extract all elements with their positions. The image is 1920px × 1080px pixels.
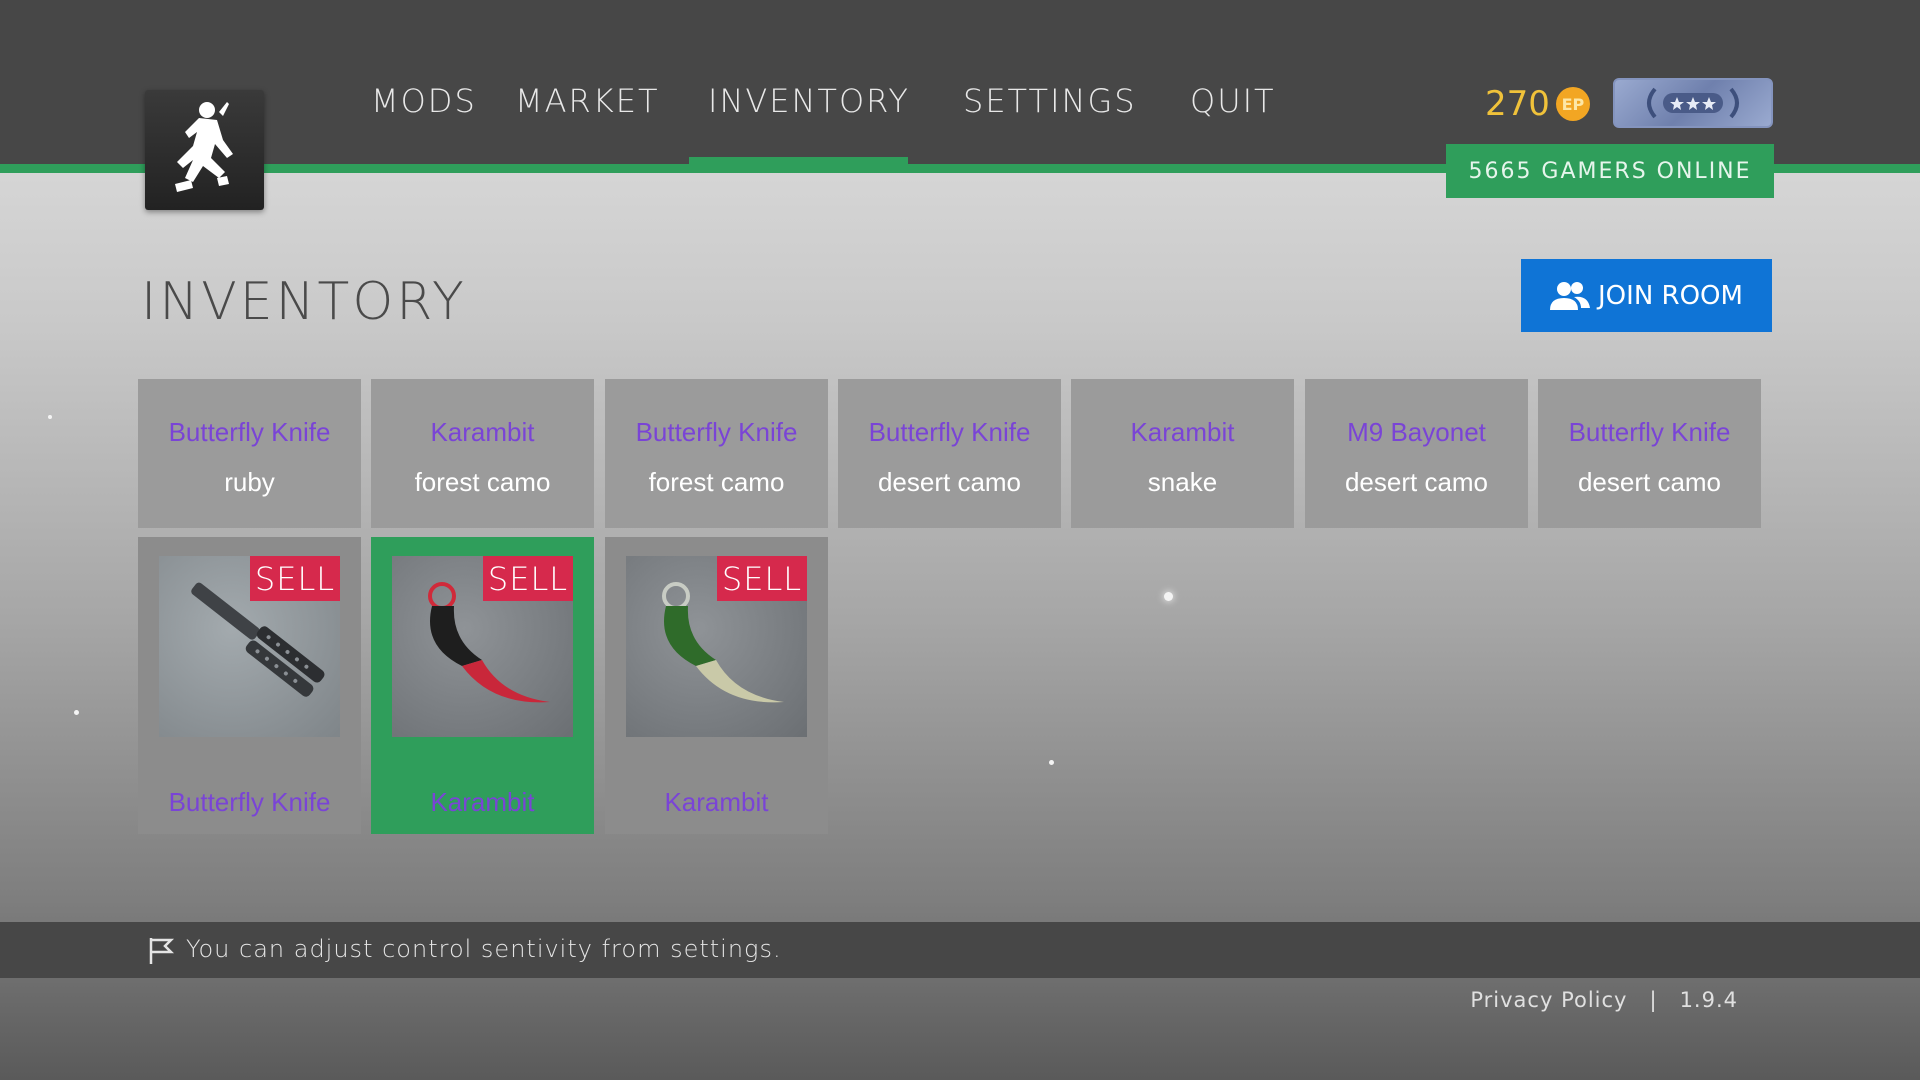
market-item-card[interactable]: Karambit forest camo <box>371 379 594 528</box>
item-name: Butterfly Knife <box>868 417 1031 447</box>
currency-amount: 270 <box>1485 84 1550 124</box>
owned-item-name: Karambit <box>664 787 769 817</box>
game-logo[interactable] <box>145 90 264 210</box>
flag-icon <box>149 938 175 964</box>
market-item-card[interactable]: Karambit snake <box>1071 379 1294 528</box>
item-name: Karambit <box>1130 417 1235 447</box>
currency-display: 270 EP <box>1485 84 1590 124</box>
sell-button[interactable]: SELL <box>250 556 340 601</box>
item-skin: desert camo <box>877 467 1022 497</box>
item-name: Butterfly Knife <box>1568 417 1731 447</box>
item-skin: desert camo <box>1577 467 1722 497</box>
join-room-button[interactable]: JOIN ROOM <box>1521 259 1772 332</box>
gamers-online-badge: 5665 GAMERS ONLINE <box>1446 144 1774 198</box>
sparkle <box>1049 760 1054 765</box>
coin-icon: EP <box>1555 87 1590 121</box>
item-name: Butterfly Knife <box>168 417 331 447</box>
coin-label: EP <box>1561 94 1585 114</box>
owned-item-card-selected[interactable]: SELL Karambit <box>371 537 594 834</box>
users-icon <box>1550 281 1591 310</box>
footer-separator: | <box>1649 988 1658 1012</box>
owned-item-name: Butterfly Knife <box>168 787 331 817</box>
owned-item-card[interactable]: SELL Karambit <box>605 537 828 834</box>
sparkle <box>1164 592 1173 601</box>
item-name: Butterfly Knife <box>635 417 798 447</box>
tip-text: You can adjust control sentivity from se… <box>186 935 782 963</box>
nav-settings[interactable]: SETTINGS <box>963 82 1137 120</box>
nav-quit[interactable]: QUIT <box>1190 82 1276 120</box>
tip-bar: You can adjust control sentivity from se… <box>0 922 1920 978</box>
owned-item-name: Karambit <box>430 787 535 817</box>
sparkle <box>74 710 79 715</box>
nav-market[interactable]: MARKET <box>515 82 659 120</box>
item-name: Karambit <box>430 417 535 447</box>
owned-item-card[interactable]: SELL Butterfly Knife <box>138 537 361 834</box>
sell-button[interactable]: SELL <box>717 556 807 601</box>
market-item-card[interactable]: Butterfly Knife desert camo <box>838 379 1061 528</box>
nav-active-indicator <box>689 157 908 167</box>
join-room-label: JOIN ROOM <box>1598 280 1743 311</box>
privacy-policy-link[interactable]: Privacy Policy <box>1470 988 1627 1012</box>
item-name: M9 Bayonet <box>1347 417 1486 447</box>
market-item-card[interactable]: Butterfly Knife ruby <box>138 379 361 528</box>
version-label: 1.9.4 <box>1679 988 1738 1012</box>
market-item-card[interactable]: Butterfly Knife desert camo <box>1538 379 1761 528</box>
page-title: INVENTORY <box>141 272 467 332</box>
item-skin: snake <box>1147 467 1218 497</box>
market-item-card[interactable]: Butterfly Knife forest camo <box>605 379 828 528</box>
item-skin: forest camo <box>648 467 785 497</box>
rank-badge-icon[interactable] <box>1613 78 1773 128</box>
jumping-soldier-icon <box>175 102 233 192</box>
item-skin: desert camo <box>1344 467 1489 497</box>
nav-inventory[interactable]: INVENTORY <box>708 82 910 120</box>
sparkle <box>48 415 52 419</box>
footer: Privacy Policy | 1.9.4 <box>1470 988 1738 1012</box>
market-item-card[interactable]: M9 Bayonet desert camo <box>1305 379 1528 528</box>
nav-mods[interactable]: MODS <box>371 82 477 120</box>
sell-button[interactable]: SELL <box>483 556 573 601</box>
item-skin: ruby <box>224 467 275 497</box>
item-skin: forest camo <box>414 467 551 497</box>
